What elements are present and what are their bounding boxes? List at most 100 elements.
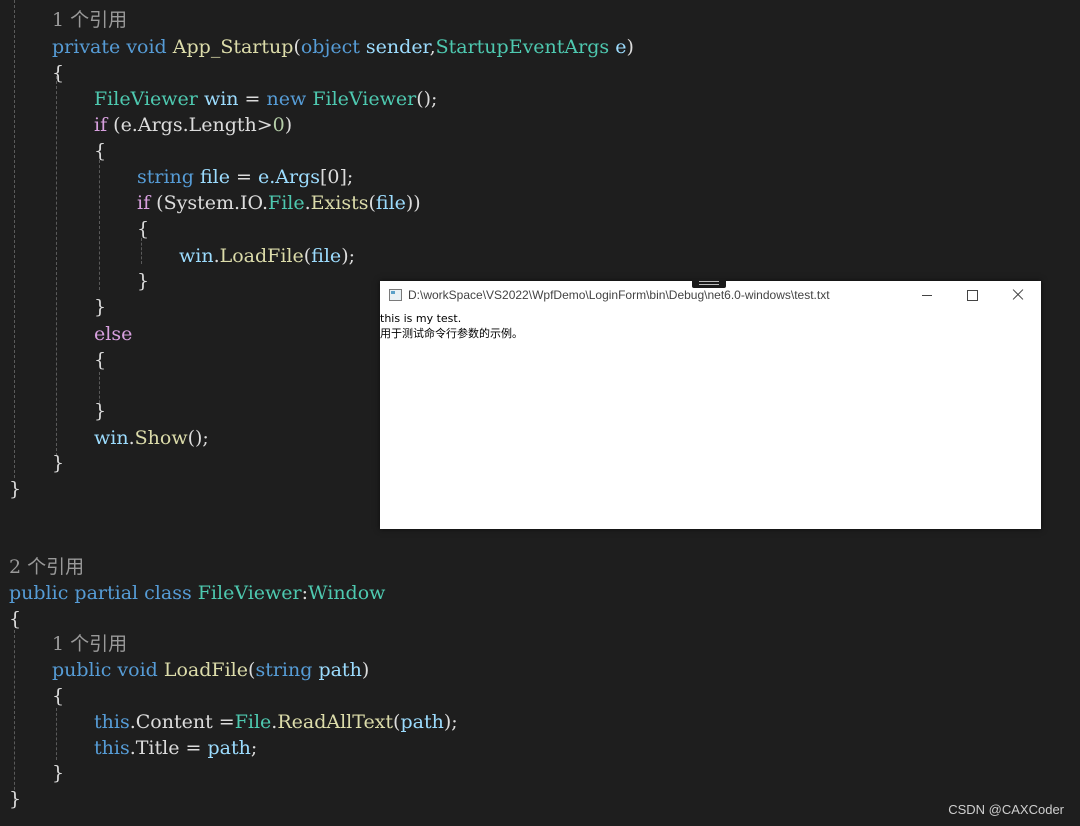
code-line[interactable]: { (9, 606, 21, 632)
code-line[interactable]: { (94, 347, 106, 373)
code-line[interactable]: { (94, 138, 106, 164)
parameter: e (615, 36, 627, 58)
code-line[interactable]: } (9, 476, 21, 502)
brace: { (52, 62, 65, 84)
code-line[interactable]: } (52, 450, 64, 476)
window-titlebar[interactable]: D:\workSpace\VS2022\WpfDemo\LoginForm\bi… (380, 278, 1041, 309)
code-line[interactable]: win.LoadFile(file); (179, 243, 355, 269)
property: Content (135, 711, 213, 733)
punctuation: ); (341, 245, 356, 267)
parameter: path (318, 659, 362, 681)
code-line[interactable]: this.Content =File.ReadAllText(path); (94, 709, 458, 735)
code-line[interactable]: win.Show(); (94, 425, 209, 451)
brace: } (94, 400, 107, 422)
type-name: Window (308, 582, 386, 604)
codelens-references[interactable]: 1 个引用 (52, 7, 127, 33)
variable: file (375, 192, 406, 214)
punctuation: ) (284, 114, 293, 136)
type-name: FileViewer (94, 88, 198, 110)
keyword: class (144, 582, 192, 604)
watermark: CSDN @CAXCoder (948, 802, 1064, 817)
code-line[interactable]: public void LoadFile(string path) (52, 657, 369, 683)
punctuation: (); (416, 88, 438, 110)
brace: { (94, 140, 107, 162)
close-button[interactable] (995, 281, 1041, 309)
brace: { (94, 349, 107, 371)
window-title: D:\workSpace\VS2022\WpfDemo\LoginForm\bi… (408, 288, 830, 302)
brace: { (9, 608, 22, 630)
code-line[interactable]: } (52, 760, 64, 786)
type-name: FileViewer (312, 88, 417, 110)
code-line[interactable]: } (94, 294, 106, 320)
code-line[interactable]: public partial class FileViewer:Window (9, 580, 385, 606)
method-name: Exists (310, 192, 369, 214)
code-line[interactable]: { (52, 683, 64, 709)
method-name: Show (134, 427, 188, 449)
type-name: StartupEventArgs (435, 36, 610, 58)
maximize-icon (966, 289, 978, 301)
method-name: LoadFile (163, 659, 249, 681)
punctuation: ) (361, 659, 370, 681)
close-icon (1012, 289, 1024, 301)
brace: { (52, 685, 65, 707)
punctuation: )) (405, 192, 421, 214)
variable: win (203, 88, 239, 110)
brace: } (137, 270, 150, 292)
variable: win (94, 427, 129, 449)
codelens-references[interactable]: 2 个引用 (9, 554, 84, 580)
expression: e.Args (258, 166, 321, 188)
number-literal: 0 (272, 114, 285, 136)
keyword: string (255, 659, 313, 681)
parameter: sender (365, 36, 430, 58)
expression: e.Args.Length (120, 114, 257, 136)
file-viewer-window[interactable]: D:\workSpace\VS2022\WpfDemo\LoginForm\bi… (380, 278, 1041, 529)
method-name: LoadFile (219, 245, 304, 267)
code-line[interactable]: { (52, 60, 64, 86)
code-line[interactable]: string file = e.Args[0]; (137, 164, 353, 190)
type-name: FileViewer (197, 582, 302, 604)
punctuation: ); (443, 711, 458, 733)
property: Title (135, 737, 180, 759)
code-line[interactable]: if (System.IO.File.Exists(file)) (137, 190, 421, 216)
punctuation: ( (368, 192, 376, 214)
code-line[interactable]: { (137, 216, 149, 242)
operator: = (212, 711, 235, 733)
operator: = (238, 88, 267, 110)
indent-guide (56, 708, 57, 760)
code-line[interactable]: } (9, 786, 21, 812)
indent-guide (99, 160, 100, 290)
window-content-line: 用于测试命令行参数的示例。 (380, 327, 523, 340)
brace: } (9, 788, 22, 810)
code-line[interactable]: } (137, 268, 149, 294)
code-line[interactable]: this.Title = path; (94, 735, 257, 761)
namespace: System.IO. (163, 192, 269, 214)
minimize-button[interactable] (904, 281, 950, 309)
code-line[interactable]: } (94, 398, 106, 424)
punctuation: ( (107, 114, 121, 136)
drag-handle-icon[interactable] (692, 278, 726, 288)
keyword: void (126, 36, 167, 58)
type-name: File (268, 192, 305, 214)
maximize-button[interactable] (949, 281, 995, 309)
method-name: App_Startup (172, 36, 294, 58)
type-name: File (234, 711, 272, 733)
keyword: this (94, 737, 130, 759)
code-line[interactable]: else (94, 321, 132, 347)
punctuation: [0]; (320, 166, 354, 188)
keyword: this (94, 711, 130, 733)
variable: win (179, 245, 214, 267)
keyword: private (52, 36, 121, 58)
codelens-references[interactable]: 1 个引用 (52, 631, 127, 657)
keyword: partial (74, 582, 139, 604)
parameter: path (207, 737, 251, 759)
brace: } (94, 296, 107, 318)
operator: = (230, 166, 258, 188)
brace: } (52, 762, 65, 784)
brace: } (52, 452, 65, 474)
code-line[interactable]: FileViewer win = new FileViewer(); (94, 86, 437, 112)
code-line[interactable]: if (e.Args.Length>0) (94, 112, 292, 138)
variable: file (311, 245, 342, 267)
indent-guide (14, 630, 15, 800)
app-window-icon (389, 289, 402, 301)
code-line[interactable]: private void App_Startup(object sender,S… (52, 34, 634, 60)
